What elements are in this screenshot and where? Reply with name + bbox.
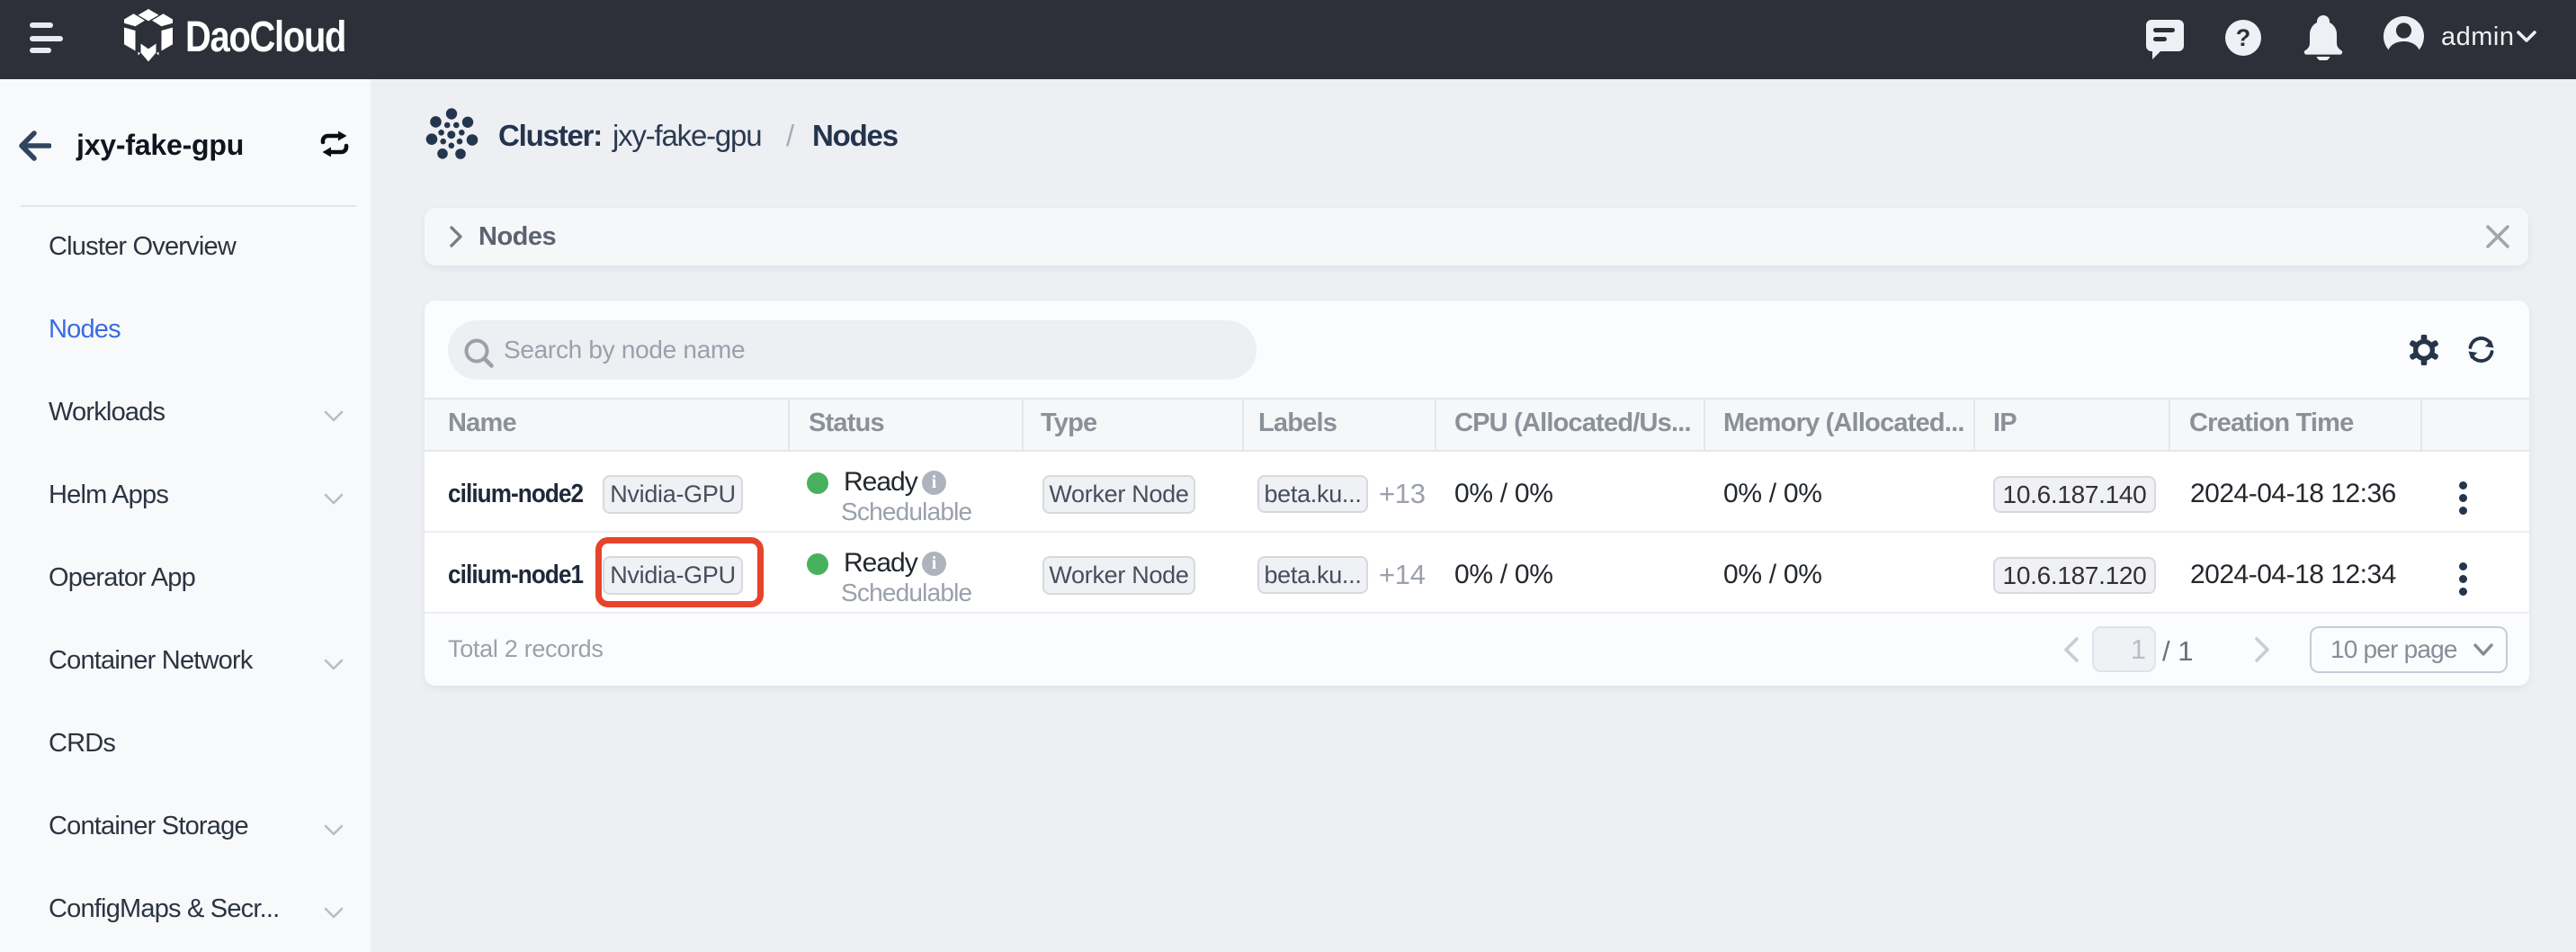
svg-text:?: ? bbox=[2236, 24, 2251, 51]
